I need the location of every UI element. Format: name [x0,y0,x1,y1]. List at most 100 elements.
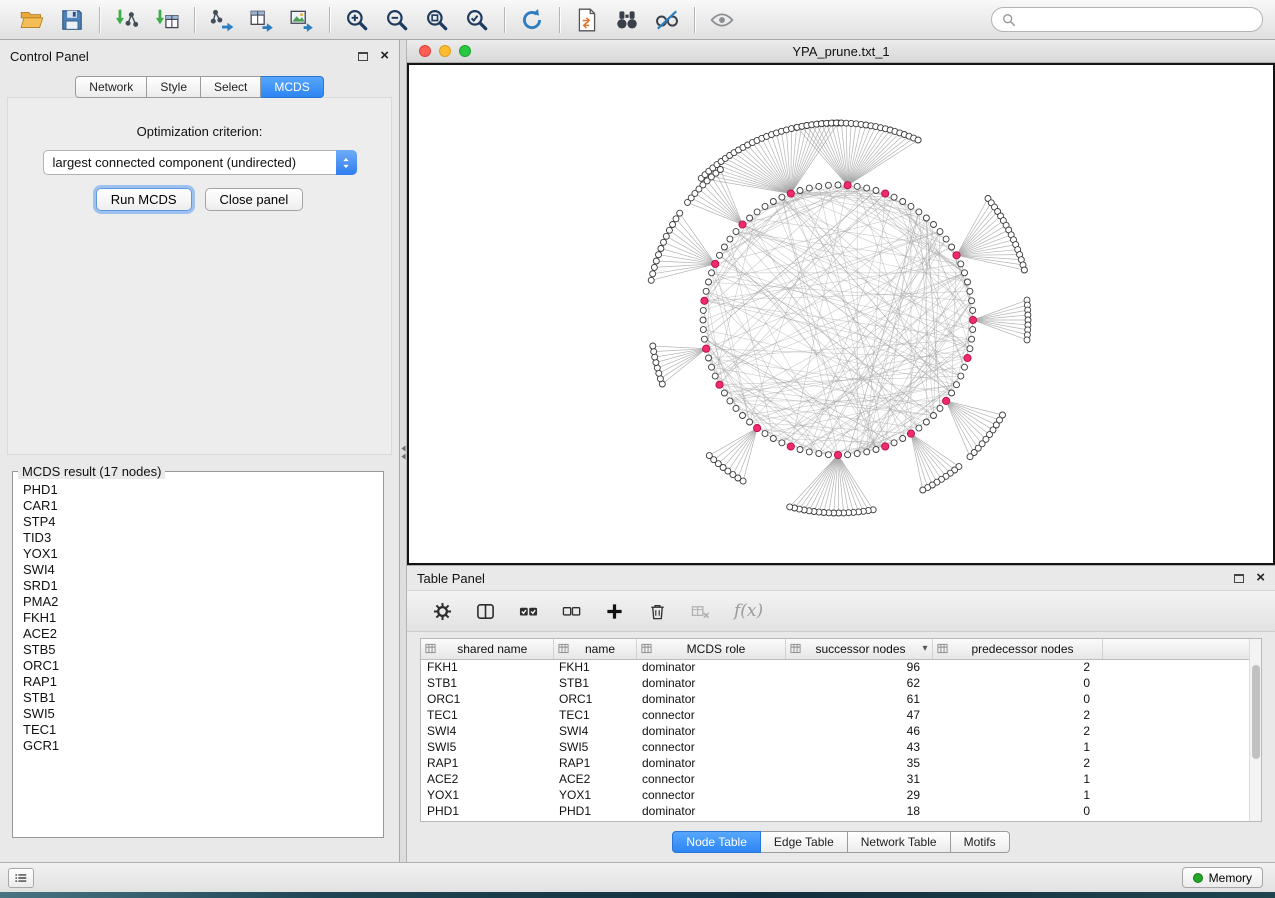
delete-table-button[interactable] [691,602,710,621]
splitter-collapse-icon[interactable] [400,444,407,469]
mcds-result-item[interactable]: STB1 [23,690,383,706]
zoom-window-button[interactable] [459,45,471,57]
control-tab-style[interactable]: Style [147,76,201,98]
mcds-result-item[interactable]: TEC1 [23,722,383,738]
table-row[interactable]: PHD1PHD1dominator180 [421,803,1261,819]
fx-icon: f(x) [734,601,763,621]
save-button[interactable] [52,3,92,37]
table-tab-network-table[interactable]: Network Table [848,831,951,853]
mcds-result-item[interactable]: SWI4 [23,562,383,578]
table-row[interactable]: FKH1FKH1dominator962 [421,659,1261,675]
columns-button[interactable] [476,602,495,621]
control-tab-mcds[interactable]: MCDS [261,76,323,98]
minimize-window-button[interactable] [439,45,451,57]
table-tab-motifs[interactable]: Motifs [951,831,1010,853]
cell-name: RAP1 [553,755,636,771]
glasses-slash-button[interactable] [647,3,687,37]
mcds-result-item[interactable]: STB5 [23,642,383,658]
show-panels-button[interactable] [8,868,34,888]
criterion-dropdown[interactable]: largest connected component (undirected) [43,150,357,175]
import-table-button[interactable] [147,3,187,37]
mcds-result-item[interactable]: RAP1 [23,674,383,690]
add-row-button[interactable] [605,602,624,621]
import-network-button[interactable] [107,3,147,37]
share-document-button[interactable] [567,3,607,37]
export-image-button[interactable] [282,3,322,37]
column-header-mcds-role[interactable]: MCDS role [636,639,785,659]
cell-successor-nodes: 29 [785,787,932,803]
dropdown-arrows-icon [336,150,357,175]
desktop-background [0,892,1275,898]
fx-button[interactable]: f(x) [734,601,763,621]
table-row[interactable]: ACE2ACE2connector311 [421,771,1261,787]
memory-button[interactable]: Memory [1182,867,1263,888]
mcds-result-item[interactable]: PHD1 [23,482,383,498]
close-panel-button[interactable]: Close panel [205,188,304,211]
mcds-result-item[interactable]: ORC1 [23,658,383,674]
select-all-button[interactable] [519,602,538,621]
mcds-result-list: PHD1CAR1STP4TID3YOX1SWI4SRD1PMA2FKH1ACE2… [13,479,383,829]
control-tab-network[interactable]: Network [75,76,147,98]
mcds-result-item[interactable]: STP4 [23,514,383,530]
panel-splitter[interactable] [400,40,407,862]
zoom-fit-button[interactable] [417,3,457,37]
gear-button[interactable] [433,602,452,621]
close-panel-icon[interactable]: × [380,51,389,61]
cell-successor-nodes: 46 [785,723,932,739]
column-header-name[interactable]: name [553,639,636,659]
search-input[interactable] [1022,11,1252,28]
mcds-result-item[interactable]: FKH1 [23,610,383,626]
refresh-button[interactable] [512,3,552,37]
table-row[interactable]: STB1STB1dominator620 [421,675,1261,691]
float-table-panel-icon[interactable] [1234,574,1244,583]
table-row[interactable]: TEC1TEC1connector472 [421,707,1261,723]
table-row[interactable]: RAP1RAP1dominator352 [421,755,1261,771]
zoom-selected-button[interactable] [457,3,497,37]
deselect-all-button[interactable] [562,602,581,621]
mcds-result-item[interactable]: CAR1 [23,498,383,514]
export-network-button[interactable] [202,3,242,37]
table-tabs: Node TableEdge TableNetwork TableMotifs [672,831,1009,853]
table-row[interactable]: ORC1ORC1dominator610 [421,691,1261,707]
binoculars-button[interactable] [607,3,647,37]
column-header-successor-nodes[interactable]: successor nodes▾ [785,639,932,659]
float-panel-icon[interactable] [358,52,368,61]
table-tab-node-table[interactable]: Node Table [672,831,761,853]
control-tab-select[interactable]: Select [201,76,261,98]
export-table-button[interactable] [242,3,282,37]
table-row[interactable]: SWI4SWI4dominator462 [421,723,1261,739]
close-table-panel-icon[interactable]: × [1256,573,1265,583]
eye-button[interactable] [702,3,742,37]
mcds-result-item[interactable]: SWI5 [23,706,383,722]
mcds-result-item[interactable]: SRD1 [23,578,383,594]
trash-button[interactable] [648,602,667,621]
table-tab-edge-table[interactable]: Edge Table [761,831,848,853]
column-header-predecessor-nodes[interactable]: predecessor nodes [932,639,1102,659]
control-panel-header: Control Panel × [0,40,399,72]
table-row[interactable]: YOX1YOX1connector291 [421,787,1261,803]
mcds-result-box: MCDS result (17 nodes) PHD1CAR1STP4TID3Y… [12,464,384,838]
close-window-button[interactable] [419,45,431,57]
open-folder-button[interactable] [12,3,52,37]
cell-mcds-role: dominator [636,675,785,691]
mcds-result-item[interactable]: YOX1 [23,546,383,562]
mcds-result-item[interactable]: TID3 [23,530,383,546]
mcds-result-item[interactable]: GCR1 [23,738,383,754]
import-network-icon [114,7,140,33]
network-graph[interactable] [409,65,1273,563]
main-toolbar [0,0,1275,40]
run-mcds-button[interactable]: Run MCDS [96,188,192,211]
cell-successor-nodes: 35 [785,755,932,771]
cell-mcds-role: dominator [636,723,785,739]
mcds-result-item[interactable]: PMA2 [23,594,383,610]
cell-filler [1102,755,1261,771]
cell-successor-nodes: 61 [785,691,932,707]
column-header-shared-name[interactable]: shared name [421,639,553,659]
node-table-header-row: shared namenameMCDS rolesuccessor nodes▾… [421,639,1261,659]
table-row[interactable]: SWI5SWI5connector431 [421,739,1261,755]
table-scrollbar-thumb[interactable] [1252,665,1260,759]
mcds-result-item[interactable]: ACE2 [23,626,383,642]
zoom-in-button[interactable] [337,3,377,37]
zoom-out-button[interactable] [377,3,417,37]
column-menu-caret-icon[interactable]: ▾ [922,643,927,654]
